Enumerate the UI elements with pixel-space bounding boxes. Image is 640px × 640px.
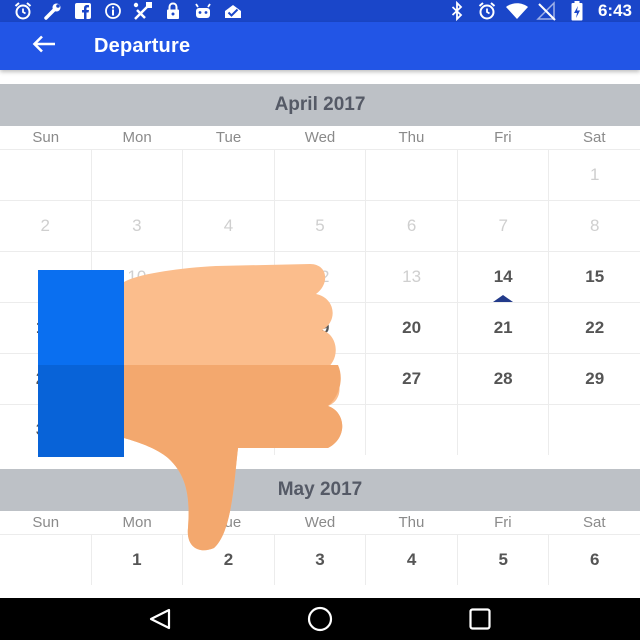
day-number: 14 xyxy=(493,267,513,286)
android-icon xyxy=(188,0,218,22)
nav-home-button[interactable] xyxy=(290,598,350,640)
day-number: 6 xyxy=(590,550,600,569)
day-cell: 4 xyxy=(183,201,275,251)
navigation-bar xyxy=(0,598,640,640)
day-number: 5 xyxy=(498,550,508,569)
day-cell: 7 xyxy=(458,201,550,251)
selected-day-marker xyxy=(493,295,514,302)
day-cell[interactable]: 27 xyxy=(366,354,458,404)
day-number: 21 xyxy=(493,318,513,337)
month-spacer xyxy=(0,70,640,84)
alarm-icon xyxy=(8,0,38,22)
day-number: 2 xyxy=(223,550,234,569)
day-number: 7 xyxy=(498,216,508,235)
recents-square-icon xyxy=(469,608,491,630)
day-cell: 13 xyxy=(366,252,458,302)
back-button[interactable] xyxy=(28,22,60,70)
fake-gps-icon xyxy=(128,0,158,22)
day-number: 3 xyxy=(132,216,142,235)
alarm-icon xyxy=(472,0,502,22)
day-cell[interactable]: 21 xyxy=(458,303,550,353)
empty-day-cell xyxy=(92,150,184,200)
empty-day-cell xyxy=(366,150,458,200)
weekday-label: Wed xyxy=(304,129,336,146)
empty-day-cell xyxy=(0,150,92,200)
weekday-label: Sun xyxy=(32,129,60,146)
weekday-label: Fri xyxy=(494,514,512,531)
wrench-icon xyxy=(38,0,68,22)
home-circle-icon xyxy=(307,606,333,632)
weekday-label: Thu xyxy=(398,129,425,146)
no-signal-icon xyxy=(532,0,562,22)
day-number: 1 xyxy=(590,165,600,184)
empty-day-cell xyxy=(275,150,367,200)
status-right-icons: 6:43 xyxy=(442,0,632,22)
day-number: 2 xyxy=(40,216,51,235)
day-number: 6 xyxy=(406,216,417,235)
day-number: 22 xyxy=(585,318,605,337)
day-number: 29 xyxy=(585,369,605,388)
info-icon xyxy=(98,0,128,22)
weekday-label: Fri xyxy=(494,129,512,146)
empty-day-cell xyxy=(549,405,640,455)
day-cell: 6 xyxy=(366,201,458,251)
weekday-label: Tue xyxy=(215,129,242,146)
empty-day-cell xyxy=(366,405,458,455)
day-number: 13 xyxy=(402,267,422,286)
empty-day-cell xyxy=(458,405,550,455)
day-cell: 8 xyxy=(549,201,640,251)
empty-day-cell xyxy=(458,150,550,200)
day-cell[interactable]: 22 xyxy=(549,303,640,353)
thumbs-down-icon xyxy=(38,264,343,551)
weekday-label: Mon xyxy=(122,129,152,146)
status-time: 6:43 xyxy=(597,1,632,20)
status-bar: 6:43 xyxy=(0,0,640,22)
cloud-check-icon xyxy=(218,0,248,22)
screen: 6:43 Departure April 2017 Sun Mon Tue Wed Thu… xyxy=(0,0,640,640)
day-cell[interactable]: 20 xyxy=(366,303,458,353)
month-header: April 2017 xyxy=(0,84,640,126)
day-number: 5 xyxy=(315,216,325,235)
day-number: 4 xyxy=(406,550,417,569)
status-left-icons xyxy=(8,0,248,22)
day-number: 4 xyxy=(223,216,234,235)
day-cell[interactable]: 5 xyxy=(458,535,550,585)
arrow-back-icon xyxy=(31,34,57,59)
facebook-icon xyxy=(68,0,98,22)
weekday-label: Sat xyxy=(582,129,606,146)
bluetooth-icon xyxy=(442,0,472,22)
wifi-icon xyxy=(502,0,532,22)
day-cell[interactable]: 15 xyxy=(549,252,640,302)
day-number: 3 xyxy=(315,550,325,569)
day-cell[interactable]: 14 xyxy=(458,252,550,302)
back-triangle-icon xyxy=(149,608,171,630)
battery-charging-icon xyxy=(562,0,592,22)
day-number: 27 xyxy=(402,369,422,388)
day-cell[interactable]: 29 xyxy=(549,354,640,404)
week-row: 2 3 4 5 6 7 8 xyxy=(0,200,640,251)
app-bar: Departure xyxy=(0,22,640,70)
day-number: 15 xyxy=(585,267,605,286)
day-cell[interactable]: 28 xyxy=(458,354,550,404)
day-cell[interactable]: 4 xyxy=(366,535,458,585)
weekday-label: Thu xyxy=(398,514,425,531)
day-cell: 3 xyxy=(92,201,184,251)
day-cell[interactable]: 6 xyxy=(549,535,640,585)
page-title: Departure xyxy=(94,34,191,57)
weekday-label: Sat xyxy=(582,514,606,531)
day-number: 20 xyxy=(402,318,422,337)
day-cell: 2 xyxy=(0,201,92,251)
nav-recents-button[interactable] xyxy=(450,598,510,640)
day-cell: 1 xyxy=(549,150,640,200)
weekday-row: Sun Mon Tue Wed Thu Fri Sat xyxy=(0,126,640,149)
day-number: 1 xyxy=(132,550,142,569)
lock-icon xyxy=(158,0,188,22)
empty-day-cell xyxy=(183,150,275,200)
day-number: 28 xyxy=(493,369,513,388)
week-row: 1 xyxy=(0,149,640,200)
day-number: 8 xyxy=(590,216,600,235)
nav-back-button[interactable] xyxy=(130,598,190,640)
day-cell: 5 xyxy=(275,201,367,251)
